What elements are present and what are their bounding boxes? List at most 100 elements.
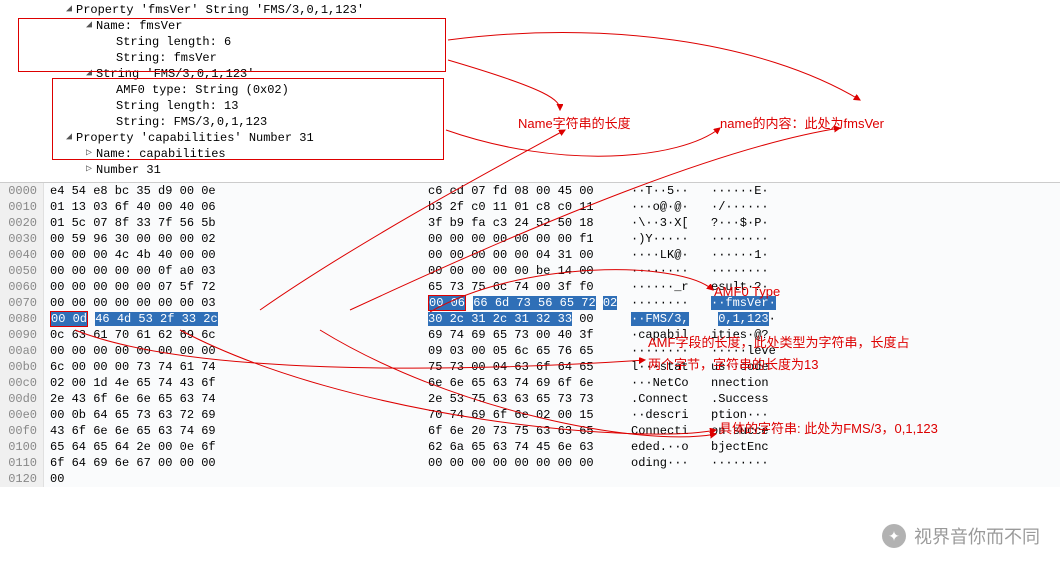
hex-bytes-right <box>428 471 613 487</box>
hex-bytes-left: 2e 43 6f 6e 6e 65 63 74 <box>44 391 414 407</box>
hex-row[interactable]: 00c002 00 1d 4e 65 74 43 6f6e 6e 65 63 7… <box>0 375 1060 391</box>
hex-offset: 0050 <box>0 263 44 279</box>
ascii-left: ······_r <box>631 279 711 295</box>
hex-bytes-left: 00 59 96 30 00 00 00 02 <box>44 231 414 247</box>
hex-row[interactable]: 00d02e 43 6f 6e 6e 65 63 742e 53 75 63 6… <box>0 391 1060 407</box>
ascii-right: ·/······ <box>711 199 791 215</box>
wechat-icon: ✦ <box>882 524 906 548</box>
hex-bytes-left: 65 64 65 64 2e 00 0e 6f <box>44 439 414 455</box>
hex-bytes-left: 01 5c 07 8f 33 7f 56 5b <box>44 215 414 231</box>
ascii-left: ···o@·@· <box>631 199 711 215</box>
hex-offset: 00a0 <box>0 343 44 359</box>
anno-amf-len: AMF字段的长度，此处类型为字符串，长度占两个字节，字符串的长度为13 <box>648 332 918 376</box>
hex-bytes-left: 00 00 00 00 00 00 00 00 <box>44 343 414 359</box>
ascii-right: nnection <box>711 375 791 391</box>
ascii-left: ········ <box>631 263 711 279</box>
watermark: ✦ 视界音你而不同 <box>882 523 1040 549</box>
hex-bytes-left: 00 0b 64 65 73 63 72 69 <box>44 407 414 423</box>
hex-row[interactable]: 0000e4 54 e8 bc 35 d9 00 0e c6 cd 07 fd 0… <box>0 183 1060 199</box>
hex-row[interactable]: 005000 00 00 00 00 0f a0 03 00 00 00 00 0… <box>0 263 1060 279</box>
hex-bytes-right: 2e 53 75 63 63 65 73 73 <box>428 391 613 407</box>
ascii-right: .Success <box>711 391 791 407</box>
tree-num31[interactable]: Number 31 <box>84 162 1060 178</box>
tree-prop-fmsver[interactable]: Property 'fmsVer' String 'FMS/3,0,1,123' <box>64 2 1060 18</box>
hex-bytes-left: 00 00 00 00 00 0f a0 03 <box>44 263 414 279</box>
hex-offset: 0090 <box>0 327 44 343</box>
hex-bytes-right: 00 00 00 00 00 00 00 f1 <box>428 231 613 247</box>
hex-row[interactable]: 006000 00 00 00 00 07 5f 72 65 73 75 6c 7… <box>0 279 1060 295</box>
hex-offset: 0010 <box>0 199 44 215</box>
hex-offset: 0100 <box>0 439 44 455</box>
hex-bytes-right: 62 6a 65 63 74 45 6e 63 <box>428 439 613 455</box>
hex-bytes-right: 00 00 00 00 00 00 00 00 <box>428 455 613 471</box>
ascii-right: ········ <box>711 231 791 247</box>
hex-bytes-left: e4 54 e8 bc 35 d9 00 0e <box>44 183 414 199</box>
hex-bytes-left: 0c 63 61 70 61 62 69 6c <box>44 327 414 343</box>
anno-body-str: 具体的字符串: 此处为FMS/3，0,1,123 <box>719 418 938 437</box>
ascii-left: Connecti <box>631 423 711 439</box>
hex-bytes-left: 02 00 1d 4e 65 74 43 6f <box>44 375 414 391</box>
hex-bytes-right: 75 73 00 04 63 6f 64 65 <box>428 359 613 375</box>
hex-bytes-right: 6e 6e 65 63 74 69 6f 6e <box>428 375 613 391</box>
ascii-left: ··descri <box>631 407 711 423</box>
hex-offset: 00b0 <box>0 359 44 375</box>
hex-row[interactable]: 012000 <box>0 471 1060 487</box>
tree-label: Number 31 <box>96 162 161 178</box>
ascii-right: ······E· <box>711 183 791 199</box>
hex-offset: 0120 <box>0 471 44 487</box>
toggle-icon[interactable] <box>84 162 94 178</box>
hex-bytes-right: 3f b9 fa c3 24 52 50 18 <box>428 215 613 231</box>
hex-row[interactable]: 003000 59 96 30 00 00 00 02 00 00 00 00 0… <box>0 231 1060 247</box>
hex-bytes-left: 6f 64 69 6e 67 00 00 00 <box>44 455 414 471</box>
ascii-left: ··T··5·· <box>631 183 711 199</box>
hex-row[interactable]: 004000 00 00 4c 4b 40 00 00 00 00 00 00 0… <box>0 247 1060 263</box>
anno-name-len: Name字符串的长度 <box>518 113 631 132</box>
hex-row[interactable]: 008000 0d 46 4d 53 2f 33 2c30 2c 31 2c 3… <box>0 311 1060 327</box>
hex-offset: 0020 <box>0 215 44 231</box>
hex-offset: 00f0 <box>0 423 44 439</box>
ascii-left: eded.··o <box>631 439 711 455</box>
hex-bytes-right: 65 73 75 6c 74 00 3f f0 <box>428 279 613 295</box>
hex-offset: 0030 <box>0 231 44 247</box>
toggle-icon[interactable] <box>64 2 74 18</box>
ascii-right: ········ <box>711 455 791 471</box>
hex-bytes-left: 6c 00 00 00 73 74 61 74 <box>44 359 414 375</box>
hex-row[interactable]: 007000 00 00 00 00 00 00 03 00 06 66 6d 7… <box>0 295 1060 311</box>
ascii-left: .Connect <box>631 391 711 407</box>
hex-bytes-right: 70 74 69 6f 6e 02 00 15 <box>428 407 613 423</box>
hex-bytes-right: 6f 6e 20 73 75 63 63 65 <box>428 423 613 439</box>
redbox-string-section <box>52 78 444 160</box>
watermark-text: 视界音你而不同 <box>914 523 1040 549</box>
hex-offset: 0040 <box>0 247 44 263</box>
hex-offset: 0060 <box>0 279 44 295</box>
redbox-name-section <box>18 18 446 72</box>
anno-amf0-type: AMF0 Type <box>714 284 780 299</box>
hex-bytes-right: 00 06 66 6d 73 56 65 72 02 <box>428 295 613 311</box>
hex-bytes-left: 00 00 00 4c 4b 40 00 00 <box>44 247 414 263</box>
hex-bytes-right: 00 00 00 00 00 be 14 00 <box>428 263 613 279</box>
hex-bytes-left: 00 <box>44 471 414 487</box>
hex-offset: 0000 <box>0 183 44 199</box>
ascii-left: oding··· <box>631 455 711 471</box>
hex-bytes-right: 00 00 00 00 00 04 31 00 <box>428 247 613 263</box>
ascii-left: ·)Y····· <box>631 231 711 247</box>
hex-row[interactable]: 002001 5c 07 8f 33 7f 56 5b 3f b9 fa c3 2… <box>0 215 1060 231</box>
hex-bytes-right: 09 03 00 05 6c 65 76 65 <box>428 343 613 359</box>
ascii-left: ···NetCo <box>631 375 711 391</box>
hex-bytes-left: 00 00 00 00 00 07 5f 72 <box>44 279 414 295</box>
hex-row[interactable]: 001001 13 03 6f 40 00 40 06b3 2f c0 11 0… <box>0 199 1060 215</box>
ascii-left: ········ <box>631 295 711 311</box>
ascii-right: 0,1,123· <box>711 311 791 327</box>
ascii-right: bjectEnc <box>711 439 791 455</box>
hex-bytes-right: c6 cd 07 fd 08 00 45 00 <box>428 183 613 199</box>
hex-offset: 0080 <box>0 311 44 327</box>
ascii-right: ······1· <box>711 247 791 263</box>
hex-row[interactable]: 010065 64 65 64 2e 00 0e 6f 62 6a 65 63 7… <box>0 439 1060 455</box>
anno-name-content: name的内容：此处为fmsVer <box>720 113 884 132</box>
hex-row[interactable]: 01106f 64 69 6e 67 00 00 0000 00 00 00 0… <box>0 455 1060 471</box>
hex-offset: 0070 <box>0 295 44 311</box>
ascii-left <box>631 471 711 487</box>
hex-bytes-left: 43 6f 6e 6e 65 63 74 69 <box>44 423 414 439</box>
ascii-left: ····LK@· <box>631 247 711 263</box>
hex-bytes-left: 00 00 00 00 00 00 00 03 <box>44 295 414 311</box>
